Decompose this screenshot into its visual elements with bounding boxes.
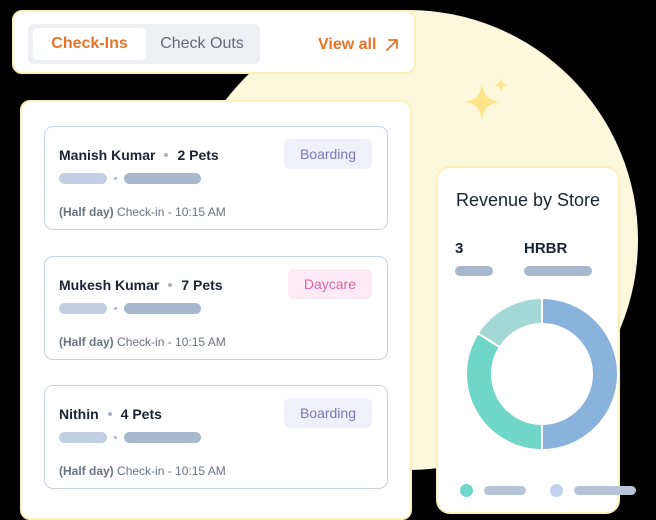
checkin-time-row: (Half day) Check-in - 10:15 AM — [59, 464, 226, 478]
duration-label: (Half day) — [59, 335, 114, 349]
separator-dot — [114, 307, 117, 310]
checkin-time-row: (Half day) Check-in - 10:15 AM — [59, 205, 226, 219]
placeholder-row — [59, 432, 201, 443]
sparkle-icon — [464, 78, 508, 120]
placeholder-bar — [124, 303, 201, 314]
customer-name: Nithin — [59, 406, 99, 422]
separator-dot — [164, 153, 169, 157]
legend-placeholder — [574, 486, 636, 495]
duration-label: (Half day) — [59, 205, 114, 219]
checkin-header: Nithin 4 Pets — [59, 406, 162, 422]
placeholder-bar — [455, 266, 493, 276]
separator-dot — [114, 177, 117, 180]
legend-placeholder — [484, 486, 526, 495]
store-name: HRBR — [524, 240, 568, 257]
customer-name: Mukesh Kumar — [59, 277, 160, 293]
donut-slice-2 — [476, 296, 543, 349]
pet-count: 7 Pets — [181, 277, 223, 293]
checkin-time-row: (Half day) Check-in - 10:15 AM — [59, 335, 226, 349]
duration-label: (Half day) — [59, 464, 114, 478]
view-all-label: View all — [318, 36, 377, 53]
placeholder-bar — [59, 432, 107, 443]
tabs-card: Check-Ins Check Outs View all — [12, 10, 416, 74]
tab-check-ins[interactable]: Check-Ins — [33, 28, 146, 60]
service-tag: Daycare — [287, 269, 372, 299]
view-all-link[interactable]: View all — [318, 35, 399, 55]
separator-dot — [114, 436, 117, 439]
revenue-title: Revenue by Store — [455, 190, 601, 210]
checkin-card[interactable]: Mukesh Kumar 7 Pets Daycare (Half day) C… — [44, 256, 388, 360]
placeholder-bar — [59, 173, 107, 184]
store-count: 3 — [455, 240, 464, 257]
donut-slice-1 — [465, 331, 543, 452]
checkin-card[interactable]: Manish Kumar 2 Pets Boarding (Half day) … — [44, 126, 388, 230]
placeholder-bar — [124, 432, 201, 443]
checkin-list-card: Manish Kumar 2 Pets Boarding (Half day) … — [20, 100, 412, 520]
checkin-header: Mukesh Kumar 7 Pets — [59, 277, 223, 293]
service-tag: Boarding — [283, 398, 372, 428]
pet-count: 4 Pets — [120, 406, 162, 422]
checkin-card[interactable]: Nithin 4 Pets Boarding (Half day) Check-… — [44, 385, 388, 489]
separator-dot — [168, 283, 173, 287]
arrow-up-right-icon — [386, 39, 399, 51]
checkin-header: Manish Kumar 2 Pets — [59, 147, 219, 163]
separator-dot — [107, 412, 112, 416]
checkin-time: Check-in - 10:15 AM — [117, 205, 226, 219]
checkin-time: Check-in - 10:15 AM — [117, 335, 226, 349]
service-tag: Boarding — [283, 139, 372, 169]
legend-dot — [550, 484, 563, 497]
tab-switcher: Check-Ins Check Outs — [28, 24, 260, 64]
checkin-time: Check-in - 10:15 AM — [117, 464, 226, 478]
revenue-card: Revenue by Store 3 HRBR — [436, 166, 636, 514]
revenue-donut-chart — [465, 296, 619, 452]
placeholder-bar — [524, 266, 592, 276]
donut-slice-0 — [541, 296, 619, 452]
placeholder-bar — [59, 303, 107, 314]
customer-name: Manish Kumar — [59, 147, 156, 163]
placeholder-bar — [124, 173, 201, 184]
placeholder-row — [59, 173, 201, 184]
placeholder-row — [59, 303, 201, 314]
legend-dot — [460, 484, 473, 497]
pet-count: 2 Pets — [177, 147, 219, 163]
tab-check-outs[interactable]: Check Outs — [148, 28, 256, 60]
